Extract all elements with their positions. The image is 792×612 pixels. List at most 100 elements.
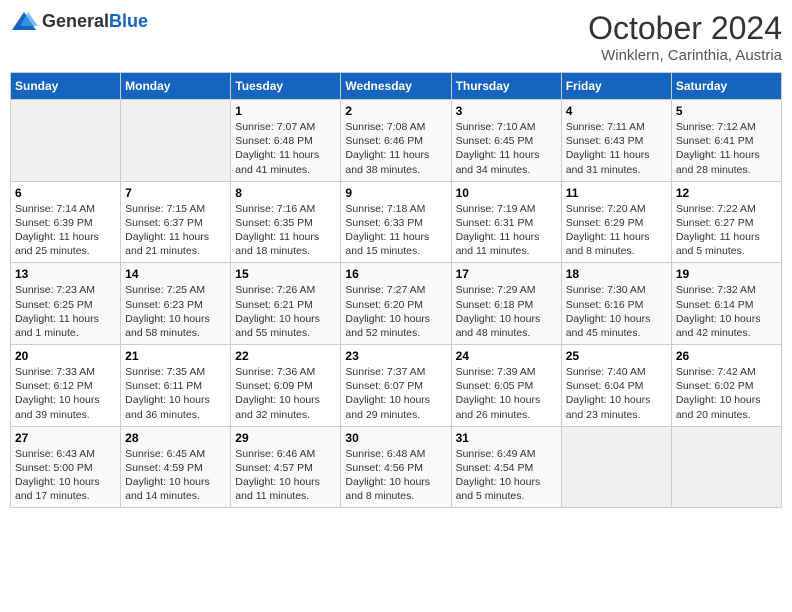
day-number: 16 — [345, 267, 446, 281]
calendar-day-cell — [121, 100, 231, 182]
day-info: Sunrise: 7:32 AMSunset: 6:14 PMDaylight:… — [676, 283, 777, 340]
day-info: Sunrise: 7:11 AMSunset: 6:43 PMDaylight:… — [566, 120, 667, 177]
logo: GeneralBlue — [10, 10, 148, 32]
title-area: October 2024 Winklern, Carinthia, Austri… — [588, 10, 782, 64]
day-number: 26 — [676, 349, 777, 363]
day-number: 8 — [235, 186, 336, 200]
day-number: 27 — [15, 431, 116, 445]
day-info: Sunrise: 7:36 AMSunset: 6:09 PMDaylight:… — [235, 365, 336, 422]
weekday-header-row: SundayMondayTuesdayWednesdayThursdayFrid… — [11, 73, 782, 100]
day-info: Sunrise: 7:18 AMSunset: 6:33 PMDaylight:… — [345, 202, 446, 259]
calendar-day-cell: 21 Sunrise: 7:35 AMSunset: 6:11 PMDayligh… — [121, 345, 231, 427]
calendar-day-cell: 7Sunrise: 7:15 AMSunset: 6:37 PMDaylight… — [121, 181, 231, 263]
day-number: 28 — [125, 431, 226, 445]
calendar-day-cell: 11 Sunrise: 7:20 AMSunset: 6:29 PMDayligh… — [561, 181, 671, 263]
calendar-day-cell: 20 Sunrise: 7:33 AMSunset: 6:12 PMDayligh… — [11, 345, 121, 427]
weekday-header: Tuesday — [231, 73, 341, 100]
calendar-day-cell: 25 Sunrise: 7:40 AMSunset: 6:04 PMDayligh… — [561, 345, 671, 427]
day-number: 5 — [676, 104, 777, 118]
day-info: Sunrise: 6:49 AMSunset: 4:54 PMDaylight:… — [456, 447, 557, 504]
day-number: 25 — [566, 349, 667, 363]
day-number: 22 — [235, 349, 336, 363]
day-number: 6 — [15, 186, 116, 200]
day-info: Sunrise: 7:14 AMSunset: 6:39 PMDaylight:… — [15, 202, 116, 259]
weekday-header: Saturday — [671, 73, 781, 100]
location-subtitle: Winklern, Carinthia, Austria — [588, 47, 782, 64]
calendar-week-row: 6 Sunrise: 7:14 AMSunset: 6:39 PMDaylight… — [11, 181, 782, 263]
day-number: 2 — [345, 104, 446, 118]
calendar-day-cell: 15Sunrise: 7:26 AMSunset: 6:21 PMDayligh… — [231, 263, 341, 345]
day-info: Sunrise: 6:45 AMSunset: 4:59 PMDaylight:… — [125, 447, 226, 504]
calendar-day-cell: 13Sunrise: 7:23 AMSunset: 6:25 PMDayligh… — [11, 263, 121, 345]
calendar-day-cell: 6 Sunrise: 7:14 AMSunset: 6:39 PMDaylight… — [11, 181, 121, 263]
logo-general: General — [42, 11, 109, 31]
calendar-day-cell: 10Sunrise: 7:19 AMSunset: 6:31 PMDayligh… — [451, 181, 561, 263]
calendar-week-row: 1 Sunrise: 7:07 AMSunset: 6:48 PMDaylight… — [11, 100, 782, 182]
month-title: October 2024 — [588, 10, 782, 47]
calendar-day-cell: 16 Sunrise: 7:27 AMSunset: 6:20 PMDayligh… — [341, 263, 451, 345]
day-info: Sunrise: 7:23 AMSunset: 6:25 PMDaylight:… — [15, 283, 116, 340]
calendar-week-row: 27Sunrise: 6:43 AMSunset: 5:00 PMDayligh… — [11, 426, 782, 508]
day-info: Sunrise: 6:46 AMSunset: 4:57 PMDaylight:… — [235, 447, 336, 504]
day-number: 17 — [456, 267, 557, 281]
weekday-header: Thursday — [451, 73, 561, 100]
day-info: Sunrise: 7:35 AMSunset: 6:11 PMDaylight:… — [125, 365, 226, 422]
day-info: Sunrise: 7:33 AMSunset: 6:12 PMDaylight:… — [15, 365, 116, 422]
day-number: 19 — [676, 267, 777, 281]
calendar-day-cell: 24Sunrise: 7:39 AMSunset: 6:05 PMDayligh… — [451, 345, 561, 427]
day-info: Sunrise: 7:15 AMSunset: 6:37 PMDaylight:… — [125, 202, 226, 259]
calendar-day-cell: 3 Sunrise: 7:10 AMSunset: 6:45 PMDaylight… — [451, 100, 561, 182]
day-info: Sunrise: 6:48 AMSunset: 4:56 PMDaylight:… — [345, 447, 446, 504]
day-number: 30 — [345, 431, 446, 445]
calendar-table: SundayMondayTuesdayWednesdayThursdayFrid… — [10, 72, 782, 508]
day-number: 29 — [235, 431, 336, 445]
day-info: Sunrise: 7:12 AMSunset: 6:41 PMDaylight:… — [676, 120, 777, 177]
day-info: Sunrise: 7:16 AMSunset: 6:35 PMDaylight:… — [235, 202, 336, 259]
calendar-day-cell: 5 Sunrise: 7:12 AMSunset: 6:41 PMDaylight… — [671, 100, 781, 182]
day-number: 11 — [566, 186, 667, 200]
day-info: Sunrise: 7:22 AMSunset: 6:27 PMDaylight:… — [676, 202, 777, 259]
calendar-day-cell: 29 Sunrise: 6:46 AMSunset: 4:57 PMDayligh… — [231, 426, 341, 508]
page-header: GeneralBlue October 2024 Winklern, Carin… — [10, 10, 782, 64]
calendar-day-cell: 23Sunrise: 7:37 AMSunset: 6:07 PMDayligh… — [341, 345, 451, 427]
calendar-day-cell: 8 Sunrise: 7:16 AMSunset: 6:35 PMDaylight… — [231, 181, 341, 263]
calendar-day-cell: 12Sunrise: 7:22 AMSunset: 6:27 PMDayligh… — [671, 181, 781, 263]
day-number: 21 — [125, 349, 226, 363]
day-number: 20 — [15, 349, 116, 363]
day-info: Sunrise: 7:07 AMSunset: 6:48 PMDaylight:… — [235, 120, 336, 177]
day-number: 18 — [566, 267, 667, 281]
calendar-day-cell: 31 Sunrise: 6:49 AMSunset: 4:54 PMDayligh… — [451, 426, 561, 508]
day-number: 4 — [566, 104, 667, 118]
day-number: 10 — [456, 186, 557, 200]
calendar-day-cell: 27Sunrise: 6:43 AMSunset: 5:00 PMDayligh… — [11, 426, 121, 508]
logo-blue: Blue — [109, 11, 148, 31]
calendar-day-cell: 17 Sunrise: 7:29 AMSunset: 6:18 PMDayligh… — [451, 263, 561, 345]
day-info: Sunrise: 7:40 AMSunset: 6:04 PMDaylight:… — [566, 365, 667, 422]
calendar-day-cell: 9 Sunrise: 7:18 AMSunset: 6:33 PMDaylight… — [341, 181, 451, 263]
calendar-day-cell: 18 Sunrise: 7:30 AMSunset: 6:16 PMDayligh… — [561, 263, 671, 345]
logo-text: GeneralBlue — [42, 11, 148, 32]
weekday-header: Wednesday — [341, 73, 451, 100]
day-number: 9 — [345, 186, 446, 200]
day-number: 3 — [456, 104, 557, 118]
day-number: 23 — [345, 349, 446, 363]
day-info: Sunrise: 7:10 AMSunset: 6:45 PMDaylight:… — [456, 120, 557, 177]
day-number: 1 — [235, 104, 336, 118]
day-info: Sunrise: 7:30 AMSunset: 6:16 PMDaylight:… — [566, 283, 667, 340]
weekday-header: Monday — [121, 73, 231, 100]
day-info: Sunrise: 7:20 AMSunset: 6:29 PMDaylight:… — [566, 202, 667, 259]
calendar-day-cell: 26Sunrise: 7:42 AMSunset: 6:02 PMDayligh… — [671, 345, 781, 427]
weekday-header: Friday — [561, 73, 671, 100]
day-info: Sunrise: 7:39 AMSunset: 6:05 PMDaylight:… — [456, 365, 557, 422]
calendar-day-cell — [561, 426, 671, 508]
day-info: Sunrise: 7:29 AMSunset: 6:18 PMDaylight:… — [456, 283, 557, 340]
calendar-day-cell: 4 Sunrise: 7:11 AMSunset: 6:43 PMDaylight… — [561, 100, 671, 182]
calendar-day-cell: 30 Sunrise: 6:48 AMSunset: 4:56 PMDayligh… — [341, 426, 451, 508]
day-info: Sunrise: 7:08 AMSunset: 6:46 PMDaylight:… — [345, 120, 446, 177]
calendar-day-cell: 22 Sunrise: 7:36 AMSunset: 6:09 PMDayligh… — [231, 345, 341, 427]
day-info: Sunrise: 7:27 AMSunset: 6:20 PMDaylight:… — [345, 283, 446, 340]
calendar-day-cell: 14 Sunrise: 7:25 AMSunset: 6:23 PMDayligh… — [121, 263, 231, 345]
day-number: 14 — [125, 267, 226, 281]
day-info: Sunrise: 7:25 AMSunset: 6:23 PMDaylight:… — [125, 283, 226, 340]
day-number: 31 — [456, 431, 557, 445]
